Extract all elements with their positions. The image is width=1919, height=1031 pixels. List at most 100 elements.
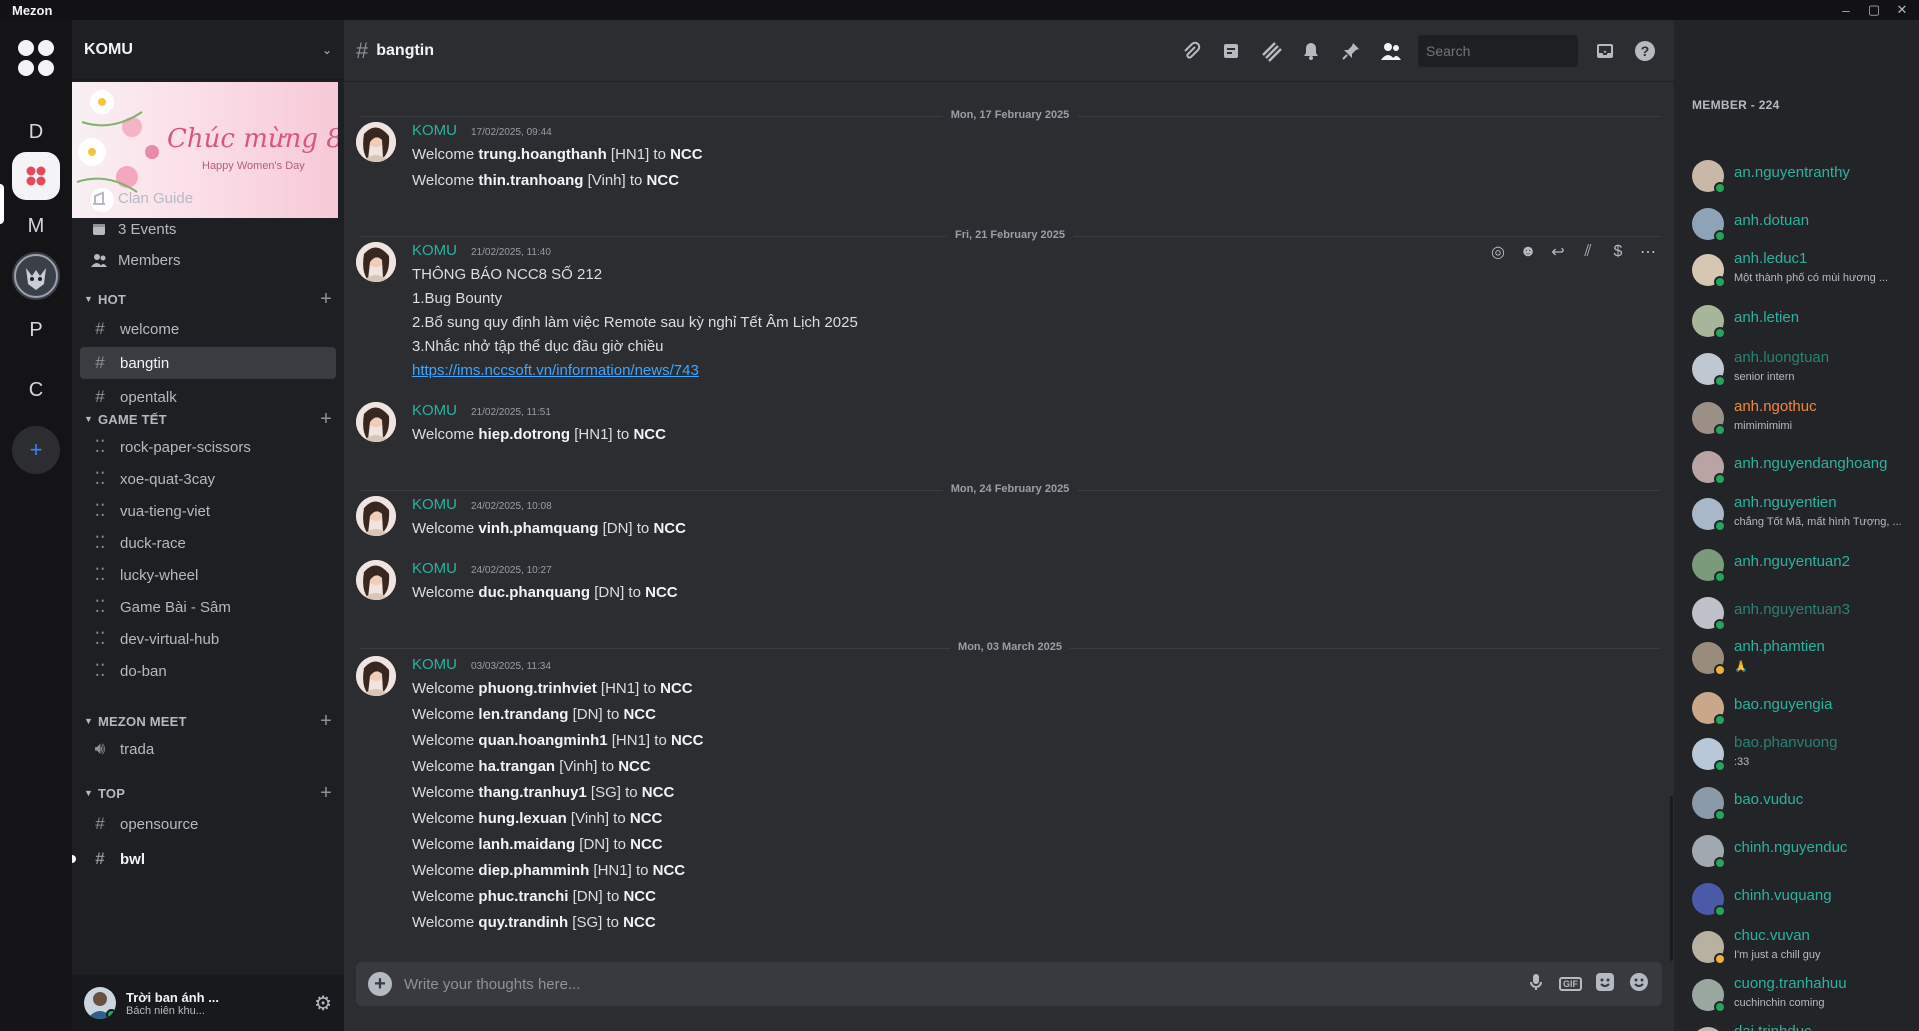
message-input[interactable] xyxy=(404,975,1513,993)
message-author[interactable]: KOMU xyxy=(412,242,457,259)
events-link[interactable]: 3 Events xyxy=(90,217,176,241)
member-item[interactable]: anh.dotuan xyxy=(1692,204,1914,244)
member-item[interactable]: dai.trinhduccode for girls xyxy=(1692,1023,1914,1031)
member-item[interactable]: bao.vuduc xyxy=(1692,783,1914,823)
member-item[interactable]: anh.ngothuc mimimimimi xyxy=(1692,398,1914,438)
app-name: Mezon xyxy=(12,2,53,18)
token-icon[interactable]: $ xyxy=(1608,242,1628,262)
member-item[interactable]: anh.phamtien 🙏 xyxy=(1692,638,1914,678)
sticker-icon[interactable] xyxy=(1594,972,1616,997)
avatar[interactable] xyxy=(84,987,116,1019)
member-item[interactable]: cuong.tranhahuu cuchinchin coming xyxy=(1692,975,1914,1015)
avatar[interactable] xyxy=(356,560,396,600)
channel-game-bai-sam[interactable]: ⁚⁚ Game Bài - Sâm xyxy=(80,591,336,623)
channel-dev-virtual-hub[interactable]: ⁚⁚ dev-virtual-hub xyxy=(80,623,336,655)
channel-trada[interactable]: 🔊︎ trada xyxy=(80,733,336,765)
members-icon[interactable] xyxy=(1378,38,1404,64)
add-channel-icon[interactable]: + xyxy=(320,782,332,805)
server-komu[interactable] xyxy=(12,152,60,200)
server-m[interactable]: M xyxy=(12,202,60,250)
gear-icon[interactable]: ⚙ xyxy=(314,991,332,1016)
category-hot[interactable]: ▼ HOT + xyxy=(84,288,332,310)
search-box[interactable]: ⌕ xyxy=(1418,35,1615,67)
channel-welcome[interactable]: # welcome xyxy=(80,313,336,345)
add-server-button[interactable]: + xyxy=(12,426,60,474)
add-channel-icon[interactable]: + xyxy=(320,408,332,431)
category-top[interactable]: ▼ TOP + xyxy=(84,782,332,804)
member-item[interactable]: anh.letien xyxy=(1692,301,1914,341)
channel-do-ban[interactable]: ⁚⁚ do-ban xyxy=(80,655,336,687)
channel-label: rock-paper-scissors xyxy=(120,438,251,456)
avatar[interactable] xyxy=(356,122,396,162)
channel-duck-race[interactable]: ⁚⁚ duck-race xyxy=(80,527,336,559)
notes-icon[interactable] xyxy=(1218,38,1244,64)
member-item[interactable]: anh.nguyentien chẳng Tốt Mã, mất hình Tượ… xyxy=(1692,494,1914,534)
message-author[interactable]: KOMU xyxy=(412,496,457,513)
user-info[interactable]: Trời ban ánh ... Bách niên khu... xyxy=(126,990,304,1017)
member-item[interactable]: anh.nguyendanghoang xyxy=(1692,447,1914,487)
channel-bwl[interactable]: # bwl xyxy=(72,843,336,875)
member-item[interactable]: anh.nguyentuan3 xyxy=(1692,593,1914,633)
member-item[interactable]: bao.phanvuong:33 xyxy=(1692,734,1914,774)
channel-vua-tieng-viet[interactable]: ⁚⁚ vua-tieng-viet xyxy=(80,495,336,527)
avatar[interactable] xyxy=(356,402,396,442)
maximize-icon[interactable]: ▢ xyxy=(1863,2,1885,18)
microphone-icon[interactable] xyxy=(1525,973,1547,996)
category-mezon-meet[interactable]: ▼ MEZON MEET + xyxy=(84,710,332,732)
channel-xoe-quat-3cay[interactable]: ⁚⁚ xoe-quat-3cay xyxy=(80,463,336,495)
member-item[interactable]: chinh.vuquang xyxy=(1692,879,1914,919)
close-icon[interactable]: ✕ xyxy=(1891,2,1913,18)
member-item[interactable]: bao.nguyengia xyxy=(1692,688,1914,728)
reply-thread-icon[interactable]: ◎ xyxy=(1488,242,1508,262)
avatar[interactable] xyxy=(356,496,396,536)
pin-icon[interactable] xyxy=(1338,38,1364,64)
add-channel-icon[interactable]: + xyxy=(320,288,332,311)
minimize-icon[interactable]: – xyxy=(1835,3,1857,18)
member-item[interactable]: anh.luongtuan senior intern xyxy=(1692,349,1914,389)
channel-label: welcome xyxy=(120,320,180,338)
emoji-icon[interactable]: ☻ xyxy=(1518,242,1538,262)
members-link[interactable]: Members xyxy=(90,248,181,272)
help-icon[interactable]: ? xyxy=(1632,38,1658,64)
server-wolf[interactable] xyxy=(12,252,60,300)
server-c[interactable]: C xyxy=(12,366,60,414)
emoji-icon[interactable] xyxy=(1628,972,1650,997)
clan-header[interactable]: KOMU ⌄ xyxy=(72,20,344,80)
member-name: anh.luongtuan xyxy=(1734,349,1830,366)
add-attachment-button[interactable]: + xyxy=(368,972,392,996)
avatar[interactable] xyxy=(356,242,396,282)
member-item[interactable]: anh.leduc1 Một thành phố có mùi hương ... xyxy=(1692,250,1914,290)
channel-lucky-wheel[interactable]: ⁚⁚ lucky-wheel xyxy=(80,559,336,591)
message-link[interactable]: https://ims.nccsoft.vn/information/news/… xyxy=(412,362,699,379)
member-item[interactable]: anh.nguyentuan2 xyxy=(1692,545,1914,585)
message-author[interactable]: KOMU xyxy=(412,656,457,673)
hashtag-icon: # xyxy=(95,814,105,833)
search-input[interactable] xyxy=(1426,43,1607,59)
add-channel-icon[interactable]: + xyxy=(320,710,332,733)
channel-rock-paper-scissors[interactable]: ⁚⁚ rock-paper-scissors xyxy=(80,431,336,463)
inbox-icon[interactable] xyxy=(1592,38,1618,64)
more-icon[interactable]: ⋯ xyxy=(1638,242,1658,262)
threads-icon[interactable]: ⫽ xyxy=(1578,242,1598,262)
scrollbar[interactable] xyxy=(1670,796,1673,961)
threads-icon[interactable] xyxy=(1258,38,1284,64)
member-item[interactable]: an.nguyentranthy xyxy=(1692,156,1914,196)
member-item[interactable]: chuc.vuvan I'm just a chill guy xyxy=(1692,927,1914,967)
message-author[interactable]: KOMU xyxy=(412,402,457,419)
channel-opensource[interactable]: # opensource xyxy=(80,808,336,840)
category-label: HOT xyxy=(98,291,127,307)
avatar[interactable] xyxy=(356,656,396,696)
gif-icon[interactable]: GIF xyxy=(1559,977,1582,991)
mezon-logo-icon[interactable] xyxy=(14,36,58,80)
member-item[interactable]: chinh.nguyenduc xyxy=(1692,831,1914,871)
message-author[interactable]: KOMU xyxy=(412,122,457,139)
message-author[interactable]: KOMU xyxy=(412,560,457,577)
paperclip-icon[interactable] xyxy=(1178,38,1204,64)
server-p[interactable]: P xyxy=(12,306,60,354)
category-game-tet[interactable]: ▼ GAME TẾT + xyxy=(84,408,332,430)
clan-guide-link[interactable]: Clan Guide xyxy=(90,186,193,210)
reply-icon[interactable]: ↩ xyxy=(1548,242,1568,262)
channel-bangtin[interactable]: # bangtin xyxy=(80,347,336,379)
server-d[interactable]: D xyxy=(12,108,60,156)
bell-icon[interactable] xyxy=(1298,38,1324,64)
